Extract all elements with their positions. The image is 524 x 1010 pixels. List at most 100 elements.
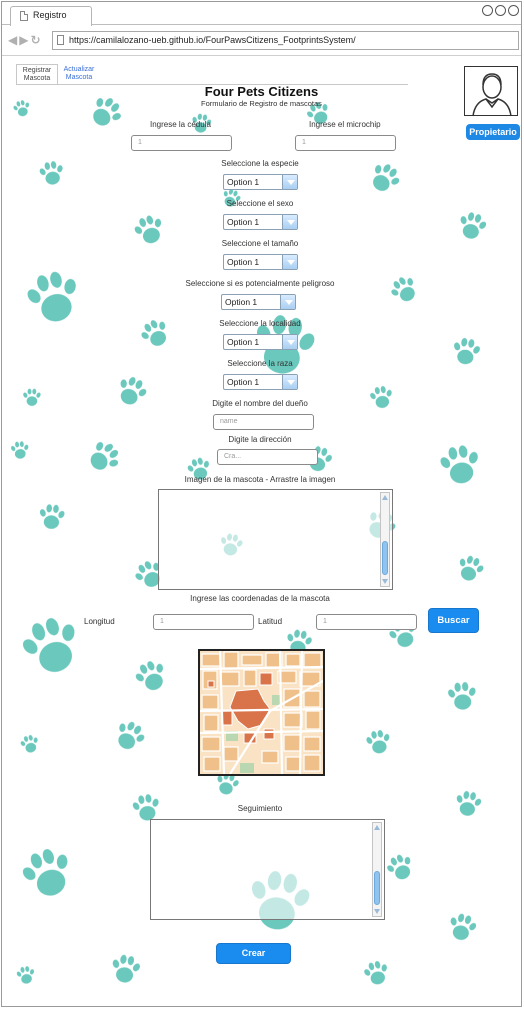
peligroso-select[interactable]: Option 1 — [221, 294, 296, 310]
scrollbar[interactable] — [380, 492, 390, 587]
chevron-down-icon — [282, 375, 297, 389]
paw-icon — [82, 435, 126, 479]
scroll-up-icon[interactable] — [373, 823, 381, 832]
paw-icon — [361, 958, 392, 988]
raza-select[interactable]: Option 1 — [223, 374, 298, 390]
raza-value: Option 1 — [227, 377, 260, 387]
localidad-value: Option 1 — [227, 337, 260, 347]
paw-icon — [449, 336, 483, 367]
paw-icon — [364, 728, 393, 756]
tab-actualizar-mascota[interactable]: Actualizar Mascota — [58, 64, 100, 84]
paw-icon — [18, 733, 42, 755]
map-view[interactable] — [198, 649, 325, 776]
form-tabs: Registrar Mascota Actualizar Mascota — [16, 64, 100, 84]
browser-tab-title: Registro — [33, 10, 67, 20]
dueno-input[interactable]: name — [213, 414, 314, 430]
page-subtitle: Formulario de Registro de mascotas — [201, 99, 322, 108]
paw-icon — [37, 159, 67, 187]
crear-button[interactable]: Crear — [216, 943, 291, 964]
microchip-input[interactable]: 1 — [295, 135, 396, 151]
chevron-down-icon — [282, 255, 297, 269]
paw-icon — [15, 964, 37, 986]
paw-icon — [22, 388, 42, 406]
especie-select[interactable]: Option 1 — [223, 174, 298, 190]
paw-icon — [386, 271, 423, 308]
chevron-down-icon — [282, 335, 297, 349]
document-icon — [20, 11, 28, 21]
paw-icon — [130, 656, 172, 696]
paw-icon — [21, 266, 86, 328]
paw-icon — [37, 503, 67, 531]
map-image — [200, 651, 323, 774]
paw-icon — [15, 842, 80, 904]
page-icon — [57, 35, 64, 45]
address-bar: ◀ ▶ ↻ https://camilalozano-ueb.github.io… — [2, 26, 521, 56]
image-drop-area[interactable] — [158, 489, 393, 590]
paw-icon — [9, 440, 31, 460]
microchip-label: Ingrese el microchip — [309, 120, 381, 129]
reload-icon[interactable]: ↻ — [30, 34, 40, 46]
scroll-up-icon[interactable] — [381, 493, 389, 502]
chevron-down-icon — [282, 175, 297, 189]
scroll-thumb[interactable] — [374, 871, 380, 905]
tamano-select[interactable]: Option 1 — [223, 254, 298, 270]
paw-icon — [112, 372, 152, 410]
seguimiento-label: Seguimiento — [237, 804, 283, 813]
tamano-value: Option 1 — [227, 257, 260, 267]
seguimiento-textarea[interactable] — [150, 819, 385, 920]
scroll-down-icon[interactable] — [381, 577, 389, 586]
direccion-input[interactable]: Cra... — [217, 449, 318, 465]
paw-icon — [367, 384, 396, 410]
nav-buttons: ◀ ▶ ↻ — [8, 34, 41, 46]
peligroso-label: Seleccione si es potencialmente peligros… — [185, 279, 335, 288]
chevron-down-icon — [280, 295, 295, 309]
buscar-button[interactable]: Buscar — [428, 608, 479, 633]
paw-icon — [382, 850, 418, 885]
raza-label: Seleccione la raza — [227, 359, 293, 368]
page-title: Four Pets Citizens — [204, 84, 319, 99]
browser-window: Registro ◀ ▶ ↻ https://camilalozano-ueb.… — [1, 1, 522, 1007]
sexo-label: Seleccione el sexo — [226, 199, 294, 208]
longitud-input[interactable]: 1 — [153, 614, 254, 630]
minimize-button[interactable] — [482, 5, 493, 16]
paw-icon — [455, 209, 490, 242]
paw-icon — [445, 910, 480, 944]
chevron-down-icon — [282, 215, 297, 229]
scroll-thumb[interactable] — [382, 541, 388, 575]
browser-tab[interactable]: Registro — [10, 6, 92, 26]
url-input[interactable]: https://camilalozano-ueb.github.io/FourP… — [52, 31, 519, 50]
maximize-button[interactable] — [495, 5, 506, 16]
longitud-label: Longitud — [84, 617, 115, 626]
paw-icon — [14, 610, 89, 681]
sexo-value: Option 1 — [227, 217, 260, 227]
scrollbar[interactable] — [372, 822, 382, 917]
forward-arrow-icon[interactable]: ▶ — [19, 34, 28, 46]
paw-icon — [446, 681, 479, 711]
peligroso-value: Option 1 — [225, 297, 258, 307]
especie-value: Option 1 — [227, 177, 260, 187]
latitud-label: Latitud — [258, 617, 283, 626]
cedula-input[interactable]: 1 — [131, 135, 232, 151]
paw-icon — [364, 158, 405, 198]
paw-icon — [109, 716, 150, 756]
localidad-label: Seleccione la localidad — [219, 319, 301, 328]
especie-label: Seleccione la especie — [221, 159, 299, 168]
paw-icon — [108, 952, 143, 985]
paw-icon — [453, 552, 488, 585]
imagen-label: Imagen de la mascota - Arrastre la image… — [184, 475, 336, 484]
dueno-label: Digite el nombre del dueño — [212, 399, 308, 408]
scroll-down-icon[interactable] — [373, 907, 381, 916]
localidad-select[interactable]: Option 1 — [223, 334, 298, 350]
back-arrow-icon[interactable]: ◀ — [8, 34, 17, 46]
sexo-select[interactable]: Option 1 — [223, 214, 298, 230]
page-content: Registrar Mascota Actualizar Mascota Pro… — [2, 57, 521, 1006]
coordenadas-label: Ingrese las coordenadas de la mascota — [190, 594, 330, 603]
owner-button[interactable]: Propietario — [466, 124, 520, 140]
paw-icon — [452, 789, 484, 818]
url-text: https://camilalozano-ueb.github.io/FourP… — [69, 35, 356, 45]
paw-icon — [436, 442, 484, 487]
close-button[interactable] — [508, 5, 519, 16]
window-controls — [482, 5, 519, 16]
tab-registrar-mascota[interactable]: Registrar Mascota — [16, 64, 58, 84]
latitud-input[interactable]: 1 — [316, 614, 417, 630]
